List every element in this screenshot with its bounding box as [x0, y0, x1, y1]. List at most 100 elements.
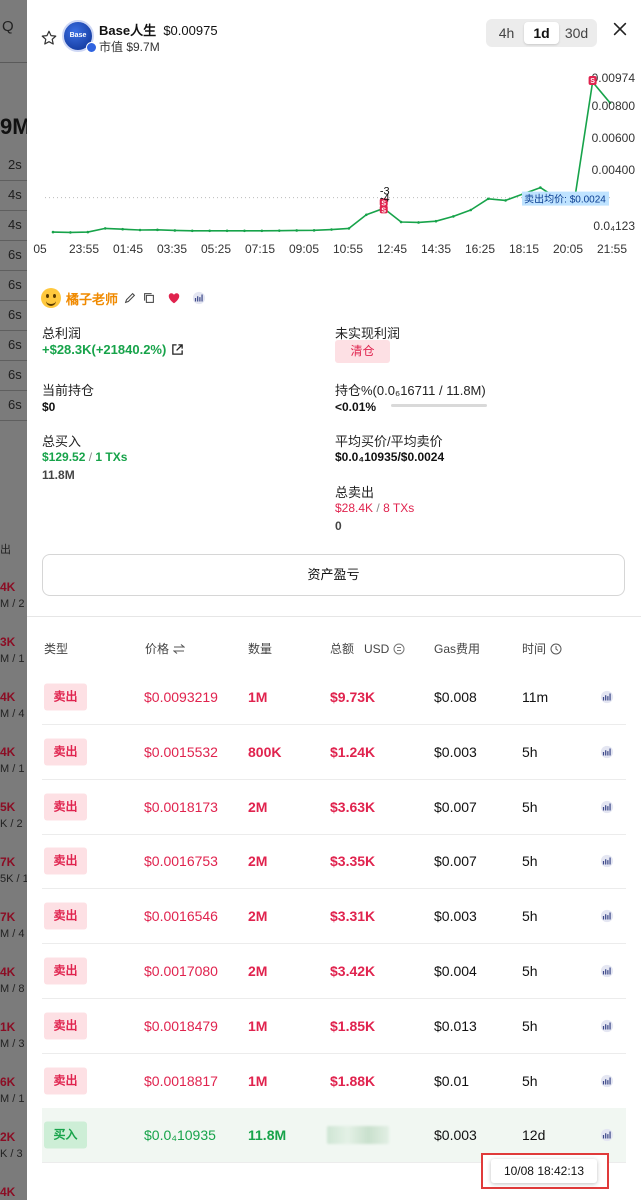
- trade-price: $0.0015532: [144, 743, 218, 760]
- background-amount: 5K: [0, 800, 16, 814]
- token-price: $0.00975: [163, 23, 218, 38]
- trade-time[interactable]: 5h: [522, 744, 538, 760]
- total-buy-separator: /: [88, 450, 93, 464]
- trader-detail-panel: Base Base人生 $0.00975 市值 $9.7M 4h 1d 30d …: [27, 0, 641, 1200]
- timeframe-1d-button[interactable]: 1d: [524, 22, 559, 44]
- header-type: 类型: [44, 642, 69, 656]
- trade-gas-fee: $0.003: [434, 1127, 477, 1144]
- y-axis-label: 0.00800: [592, 99, 636, 113]
- trade-price: $0.0016546: [144, 908, 218, 925]
- table-row[interactable]: 卖出 $0.0017080 2M $3.42K $0.004 5h: [42, 944, 626, 999]
- trader-name[interactable]: 橘子老师: [66, 289, 118, 308]
- trade-time[interactable]: 5h: [522, 853, 538, 869]
- trade-gas-fee: $0.007: [434, 853, 477, 870]
- star-icon[interactable]: [40, 29, 58, 47]
- total-sell-summary: $28.4K / 8 TXs: [335, 501, 414, 515]
- price-point: [539, 186, 542, 189]
- x-axis-label: 16:25: [465, 242, 495, 256]
- trade-quantity: 1M: [248, 689, 268, 705]
- edit-icon[interactable]: [123, 291, 137, 305]
- y-axis-label: 0.00600: [592, 131, 636, 145]
- background-row-divider: [0, 300, 30, 301]
- trader-info: 橘子老师: [41, 288, 206, 308]
- trade-type-badge: 卖出: [44, 957, 87, 985]
- table-row[interactable]: 卖出 $0.0015532 800K $1.24K $0.003 5h: [42, 725, 626, 780]
- background-time-label: 6s: [8, 307, 22, 322]
- asset-pnl-button[interactable]: 资产盈亏: [42, 554, 625, 596]
- background-qty: M / 4: [0, 708, 25, 720]
- chart-analysis-icon[interactable]: [599, 909, 615, 923]
- header-time[interactable]: 时间: [522, 640, 562, 657]
- header-price[interactable]: 价格: [145, 640, 186, 657]
- hold-percent-label: 持仓%(0.0₆16711 / 11.8M): [335, 383, 486, 398]
- heart-icon[interactable]: [167, 291, 181, 305]
- trade-time[interactable]: 5h: [522, 963, 538, 979]
- chart-analysis-icon[interactable]: [599, 800, 615, 814]
- trade-type-badge: 卖出: [44, 847, 87, 875]
- trade-quantity: 1M: [248, 1017, 268, 1034]
- price-point: [330, 228, 333, 231]
- chart-analysis-icon[interactable]: [599, 854, 615, 868]
- timestamp-tooltip: 10/08 18:42:13: [491, 1159, 597, 1183]
- price-point: [260, 229, 264, 233]
- timeframe-30d-button[interactable]: 30d: [559, 22, 594, 44]
- trade-total: $1.85K: [330, 1017, 376, 1034]
- header-gas: Gas费用: [434, 642, 481, 656]
- table-row[interactable]: 卖出 $0.0016546 2M $3.31K $0.003 5h: [42, 889, 626, 945]
- total-sell-separator: /: [376, 501, 380, 515]
- x-axis-label: 10:55: [333, 242, 363, 256]
- trade-gas-fee: $0.013: [434, 1017, 477, 1034]
- price-point: [365, 213, 368, 217]
- chart-analysis-icon[interactable]: [192, 291, 206, 305]
- total-sell-qty: 0: [335, 519, 342, 533]
- copy-icon[interactable]: [142, 291, 156, 305]
- swap-icon[interactable]: [173, 643, 186, 654]
- trade-gas-fee: $0.003: [434, 908, 477, 925]
- chart-analysis-icon[interactable]: [599, 964, 615, 978]
- price-point: [452, 215, 455, 218]
- background-time-label: 4s: [8, 217, 22, 232]
- header-total[interactable]: 总额 USD: [330, 640, 405, 657]
- background-time-label: 6s: [8, 367, 22, 382]
- trade-quantity: 2M: [248, 963, 268, 979]
- background-row-divider: [0, 210, 30, 211]
- clock-icon[interactable]: [550, 643, 562, 655]
- table-row[interactable]: 卖出 $0.0018479 1M $1.85K $0.013 5h: [42, 999, 626, 1054]
- chart-analysis-icon[interactable]: [599, 1128, 615, 1142]
- background-amount: 1K: [0, 1020, 16, 1034]
- price-point: [156, 228, 159, 232]
- chart-analysis-icon[interactable]: [599, 1019, 615, 1033]
- trade-time[interactable]: 12d: [522, 1127, 545, 1143]
- chart-analysis-icon[interactable]: [599, 690, 615, 704]
- currency-toggle-icon[interactable]: [393, 643, 405, 655]
- table-row[interactable]: 卖出 $0.0093219 1M $9.73K $0.008 11m: [42, 670, 626, 725]
- trader-avatar-icon: [41, 288, 61, 308]
- trade-total: $3.42K: [330, 963, 376, 979]
- trade-type-badge: 卖出: [44, 1012, 87, 1040]
- trade-time[interactable]: 5h: [522, 799, 538, 815]
- trade-time[interactable]: 11m: [522, 689, 548, 705]
- total-profit-label: 总利润: [42, 326, 82, 341]
- chart-analysis-icon[interactable]: [599, 745, 615, 759]
- price-point: [138, 228, 142, 232]
- total-buy-txs[interactable]: 1 TXs: [95, 450, 127, 464]
- trade-time[interactable]: 5h: [522, 908, 538, 924]
- close-icon[interactable]: [611, 20, 629, 38]
- table-row[interactable]: 卖出 $0.0016753 2M $3.35K $0.007 5h: [42, 834, 626, 890]
- background-time-label: 4s: [8, 187, 22, 202]
- trade-time[interactable]: 5h: [522, 1073, 538, 1089]
- price-chart[interactable]: 0.00974 0.00800 0.00600 0.00400 0.0₄123 05 23:…: [27, 60, 641, 270]
- background-qty: K / 3: [0, 1148, 23, 1160]
- timeframe-4h-button[interactable]: 4h: [489, 22, 524, 44]
- chart-analysis-icon[interactable]: [599, 1074, 615, 1088]
- external-link-icon[interactable]: [171, 343, 184, 356]
- trade-type-badge: 卖出: [44, 793, 87, 821]
- table-row[interactable]: 卖出 $0.0018173 2M $3.63K $0.007 5h: [42, 780, 626, 835]
- trade-total: $3.63K: [330, 798, 376, 815]
- trade-time[interactable]: 5h: [522, 1018, 538, 1034]
- total-sell-txs[interactable]: 8 TXs: [383, 501, 414, 515]
- x-axis-label: 07:15: [245, 242, 275, 256]
- trade-quantity: 11.8M: [248, 1127, 287, 1144]
- table-row[interactable]: 卖出 $0.0018817 1M $1.88K $0.01 5h: [42, 1054, 626, 1109]
- x-axis-label: 05: [33, 242, 47, 256]
